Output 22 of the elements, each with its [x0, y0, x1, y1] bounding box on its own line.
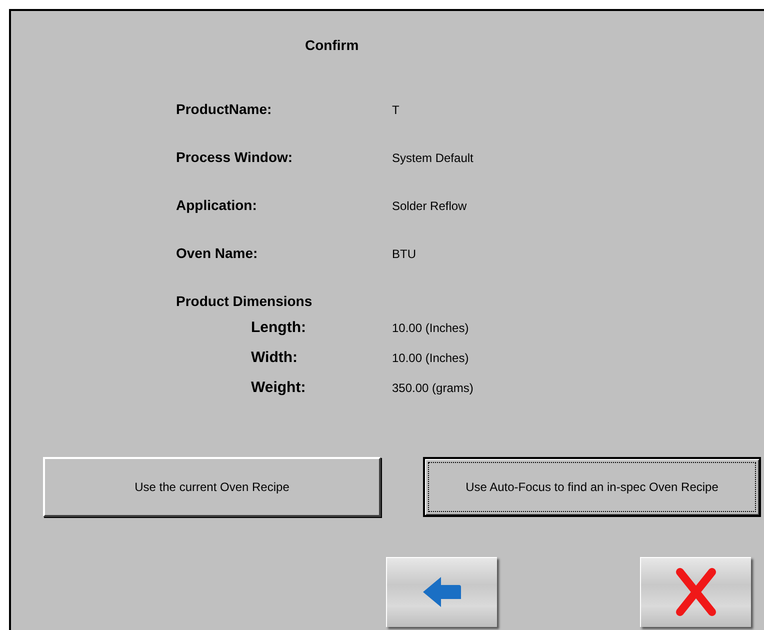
- field-value: 350.00 (grams): [392, 381, 474, 395]
- field-value: 10.00 (Inches): [392, 321, 469, 335]
- field-label: ProductName:: [176, 101, 273, 117]
- option-button[interactable]: Use the current Oven Recipe: [43, 457, 381, 517]
- field-value: Solder Reflow: [392, 199, 467, 213]
- field-label: Application:: [176, 197, 258, 213]
- field-value: System Default: [392, 151, 474, 165]
- section-heading: Product Dimensions: [176, 293, 312, 309]
- field-label: Width:: [251, 349, 299, 366]
- field-label: Oven Name:: [176, 245, 259, 261]
- field-value: BTU: [392, 247, 416, 261]
- back-button[interactable]: [386, 557, 497, 627]
- option-button[interactable]: Use Auto-Focus to find an in-spec Oven Recipe: [423, 457, 761, 517]
- dialog-title: Confirm: [305, 37, 359, 53]
- field-value: T: [392, 103, 400, 117]
- field-label: Length:: [251, 319, 307, 336]
- back-arrow-icon: [420, 575, 462, 609]
- cancel-button[interactable]: [640, 557, 751, 627]
- close-icon: [674, 568, 716, 616]
- field-label: Process Window:: [176, 149, 294, 165]
- field-value: 10.00 (Inches): [392, 351, 469, 365]
- field-label: Weight:: [251, 379, 307, 396]
